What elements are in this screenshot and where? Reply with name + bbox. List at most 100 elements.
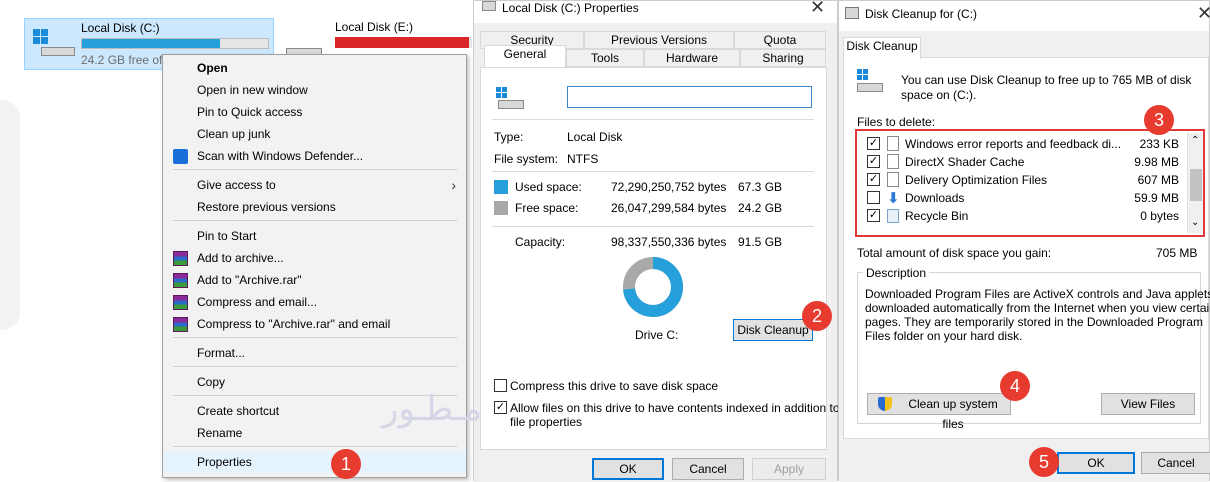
menu-item-restore-versions[interactable]: Restore previous versions xyxy=(163,196,466,218)
file-category-checkbox[interactable] xyxy=(867,191,880,204)
drive-caption: Drive C: xyxy=(635,328,679,342)
files-to-delete-label: Files to delete: xyxy=(857,115,936,129)
cleanup-intro-line2: space on (C:). xyxy=(901,88,977,102)
menu-separator xyxy=(173,366,457,367)
file-category-checkbox[interactable]: ✓ xyxy=(867,173,880,186)
files-list-scrollbar[interactable]: ⌃ ⌄ xyxy=(1187,133,1203,233)
menu-item-label: Create shortcut xyxy=(197,404,280,418)
menu-item-label: Clean up junk xyxy=(197,127,271,141)
index-checkbox[interactable]: ✓ xyxy=(494,401,507,414)
drive-e-usage-bar xyxy=(335,37,472,48)
type-value: Local Disk xyxy=(567,130,623,144)
cancel-button[interactable]: Cancel xyxy=(672,458,744,480)
description-line2: downloaded automatically from the Intern… xyxy=(865,301,1210,315)
clean-up-system-files-button[interactable]: Clean up system files xyxy=(867,393,1011,431)
menu-item-label: Add to "Archive.rar" xyxy=(197,273,302,287)
menu-item-label: Pin to Start xyxy=(197,229,257,243)
file-category-name: Windows error reports and feedback di... xyxy=(905,137,1122,151)
drive-c-icon xyxy=(31,29,75,59)
index-label-line2: file properties xyxy=(510,415,583,429)
menu-item-open[interactable]: Open xyxy=(163,57,466,79)
tab-disk-cleanup[interactable]: Disk Cleanup xyxy=(843,37,921,59)
ok-button[interactable]: OK xyxy=(592,458,664,480)
file-category-name: Delivery Optimization Files xyxy=(905,173,1048,187)
compress-checkbox[interactable] xyxy=(494,379,507,392)
menu-item-scan-defender[interactable]: Scan with Windows Defender... xyxy=(163,145,466,167)
scroll-thumb[interactable] xyxy=(1190,169,1202,201)
menu-item-compress-rar-email[interactable]: Compress to "Archive.rar" and email xyxy=(163,313,466,335)
general-drive-icon xyxy=(496,87,526,111)
menu-separator xyxy=(173,337,457,338)
menu-item-pin-quick-access[interactable]: Pin to Quick access xyxy=(163,101,466,123)
chevron-right-icon: › xyxy=(451,177,456,193)
tab-previous-versions[interactable]: Previous Versions xyxy=(584,31,734,49)
drive-c-free-text: 24.2 GB free of 9 xyxy=(81,53,173,67)
file-category-row[interactable]: ⬇ Downloads 59.9 MB xyxy=(865,189,1185,207)
scroll-up-icon[interactable]: ⌃ xyxy=(1191,135,1199,146)
file-category-size: 607 MB xyxy=(1137,173,1179,187)
menu-item-label: Copy xyxy=(197,375,226,389)
apply-button[interactable]: Apply xyxy=(752,458,826,480)
file-category-row[interactable]: ✓ Recycle Bin 0 bytes xyxy=(865,207,1185,225)
winrar-icon xyxy=(173,273,188,288)
menu-item-open-new-window[interactable]: Open in new window xyxy=(163,79,466,101)
file-category-row[interactable]: ✓ Delivery Optimization Files 607 MB xyxy=(865,171,1185,189)
menu-item-format[interactable]: Format... xyxy=(163,342,466,364)
drive-label-input[interactable] xyxy=(567,86,812,108)
drive-e-usage-fill xyxy=(335,37,470,48)
windows-logo-icon xyxy=(857,69,869,81)
total-gain-label: Total amount of disk space you gain: xyxy=(857,246,1052,260)
file-category-row[interactable]: ✓ DirectX Shader Cache 9.98 MB xyxy=(865,153,1185,171)
drive-usage-donut xyxy=(623,257,683,317)
menu-item-add-archive[interactable]: Add to archive... xyxy=(163,247,466,269)
step-badge-2: 2 xyxy=(802,301,832,331)
tab-general[interactable]: General xyxy=(484,45,566,67)
properties-dialog: Local Disk (C:) Properties ✕ Security Pr… xyxy=(382,0,840,482)
menu-item-properties[interactable]: Properties xyxy=(163,451,466,473)
menu-item-clean-up-junk[interactable]: Clean up junk xyxy=(163,123,466,145)
file-category-checkbox[interactable]: ✓ xyxy=(867,209,880,222)
tab-tools[interactable]: Tools xyxy=(566,49,644,67)
cleanup-title-icon xyxy=(845,7,859,19)
recycle-bin-icon xyxy=(887,209,899,223)
file-category-row[interactable]: ✓ Windows error reports and feedback di..… xyxy=(865,135,1185,153)
shield-icon xyxy=(878,397,892,411)
file-category-checkbox[interactable]: ✓ xyxy=(867,155,880,168)
ok-button[interactable]: OK xyxy=(1057,452,1135,474)
drive-c-usage-bar xyxy=(81,38,269,49)
menu-item-add-archive-rar[interactable]: Add to "Archive.rar" xyxy=(163,269,466,291)
cleanup-drive-icon xyxy=(855,69,885,97)
menu-item-give-access[interactable]: Give access to › xyxy=(163,174,466,196)
menu-item-label: Open in new window xyxy=(197,83,308,97)
total-gain-value: 705 MB xyxy=(1156,246,1198,260)
tab-quota[interactable]: Quota xyxy=(734,31,826,49)
step-badge-1: 1 xyxy=(331,449,361,479)
menu-item-compress-email[interactable]: Compress and email... xyxy=(163,291,466,313)
disk-cleanup-dialog: Disk Cleanup for (C:) ✕ Disk Cleanup You… xyxy=(838,0,1210,482)
windows-defender-icon xyxy=(173,149,188,164)
disk-cleanup-button[interactable]: Disk Cleanup xyxy=(733,319,813,341)
file-icon xyxy=(887,172,899,187)
drive-c-usage-fill xyxy=(82,39,220,48)
menu-separator xyxy=(173,446,457,447)
divider xyxy=(492,119,814,120)
menu-item-pin-start[interactable]: Pin to Start xyxy=(163,225,466,247)
capacity-bytes: 98,337,550,336 bytes xyxy=(611,235,727,249)
menu-item-label: Open xyxy=(197,61,228,75)
tab-hardware[interactable]: Hardware xyxy=(644,49,740,67)
cancel-button[interactable]: Cancel xyxy=(1141,452,1210,474)
close-icon[interactable]: ✕ xyxy=(810,0,825,18)
files-list: ✓ Windows error reports and feedback di..… xyxy=(859,133,1189,233)
used-space-label: Used space: xyxy=(515,180,582,194)
scroll-down-icon[interactable]: ⌄ xyxy=(1191,217,1199,228)
tab-sharing[interactable]: Sharing xyxy=(740,49,826,67)
file-category-size: 59.9 MB xyxy=(1134,191,1179,205)
free-space-bytes: 26,047,299,584 bytes xyxy=(611,201,727,215)
file-category-checkbox[interactable]: ✓ xyxy=(867,137,880,150)
view-files-button[interactable]: View Files xyxy=(1101,393,1195,415)
compress-label: Compress this drive to save disk space xyxy=(510,379,719,393)
watermark: مـطـور xyxy=(382,389,483,429)
close-icon[interactable]: ✕ xyxy=(1197,3,1210,24)
winrar-icon xyxy=(173,317,188,332)
properties-drive-icon xyxy=(482,1,496,11)
